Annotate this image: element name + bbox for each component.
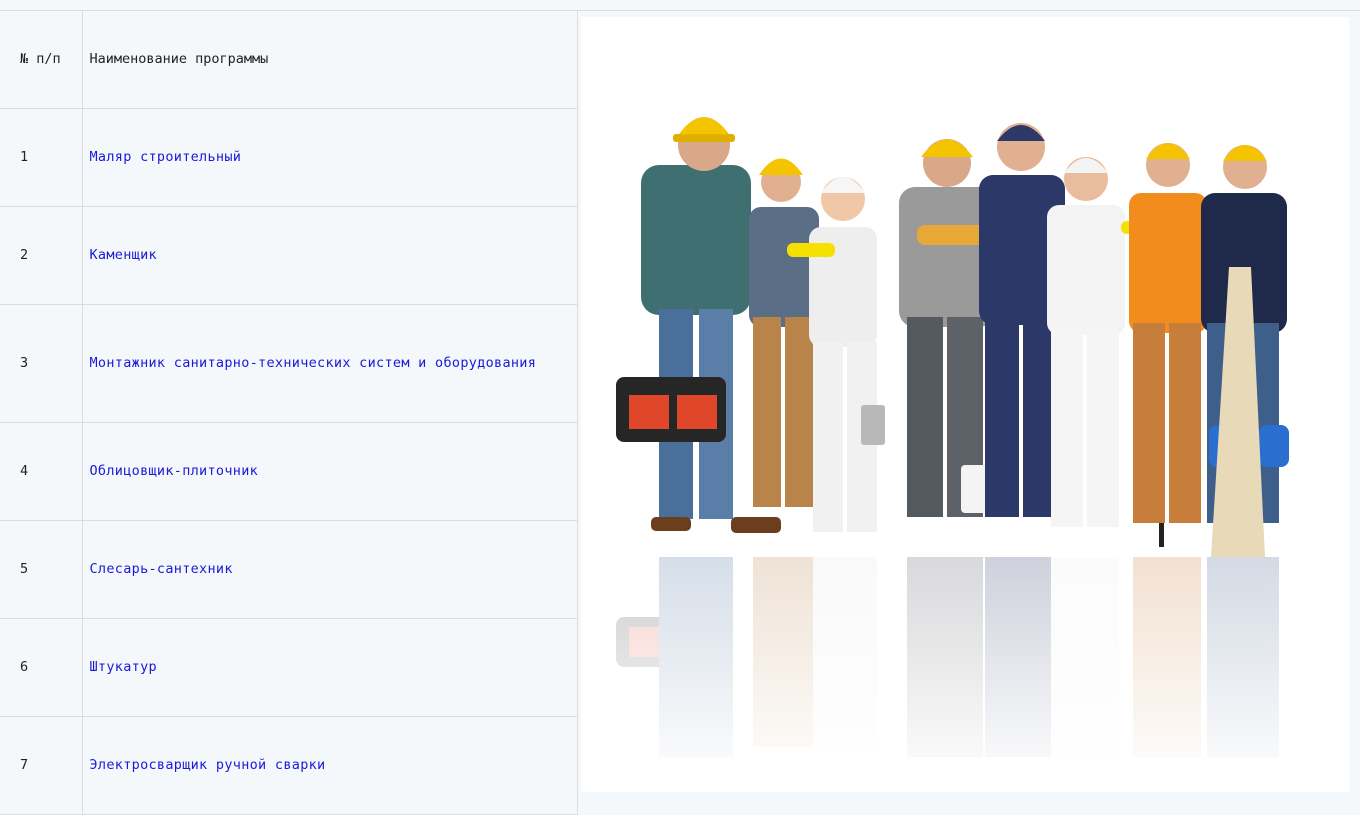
program-link-bricklayer[interactable]: Каменщик bbox=[90, 247, 157, 263]
header-num: № п/п bbox=[0, 11, 83, 109]
table-row: 2 Каменщик bbox=[0, 206, 578, 305]
program-link-painter[interactable]: Маляр строительный bbox=[90, 149, 242, 165]
worker-8 bbox=[1201, 145, 1289, 557]
workers-illustration bbox=[581, 17, 1349, 792]
program-link-tiler[interactable]: Облицовщик-плиточник bbox=[90, 463, 259, 479]
table-row: 5 Слесарь-сантехник bbox=[0, 520, 578, 619]
program-link-plasterer[interactable]: Штукатур bbox=[90, 659, 157, 675]
row-number: 2 bbox=[0, 206, 83, 305]
row-number: 7 bbox=[0, 716, 83, 815]
programs-table: № п/п Наименование программы 1 Маляр стр… bbox=[0, 11, 578, 815]
program-link-plumber[interactable]: Слесарь-сантехник bbox=[90, 561, 233, 577]
table-row: 7 Электросварщик ручной сварки bbox=[0, 716, 578, 815]
table-header-row: № п/п Наименование программы bbox=[0, 11, 578, 109]
program-link-welder[interactable]: Электросварщик ручной сварки bbox=[90, 757, 326, 773]
header-name: Наименование программы bbox=[81, 11, 578, 109]
photo-panel bbox=[577, 11, 1360, 806]
row-number: 5 bbox=[0, 520, 83, 619]
table-row: 6 Штукатур bbox=[0, 618, 578, 717]
table-row: 1 Маляр строительный bbox=[0, 108, 578, 207]
program-link-sanitary-installer[interactable]: Монтажник санитарно-технических систем и… bbox=[90, 355, 537, 371]
table-row: 3 Монтажник санитарно-технических систем… bbox=[0, 304, 578, 423]
table-row: 4 Облицовщик-плиточник bbox=[0, 422, 578, 521]
page-layout: № п/п Наименование программы 1 Маляр стр… bbox=[0, 10, 1360, 815]
row-number: 6 bbox=[0, 618, 83, 717]
row-number: 3 bbox=[0, 304, 83, 423]
construction-workers-photo bbox=[581, 17, 1349, 792]
row-number: 1 bbox=[0, 108, 83, 207]
row-number: 4 bbox=[0, 422, 83, 521]
